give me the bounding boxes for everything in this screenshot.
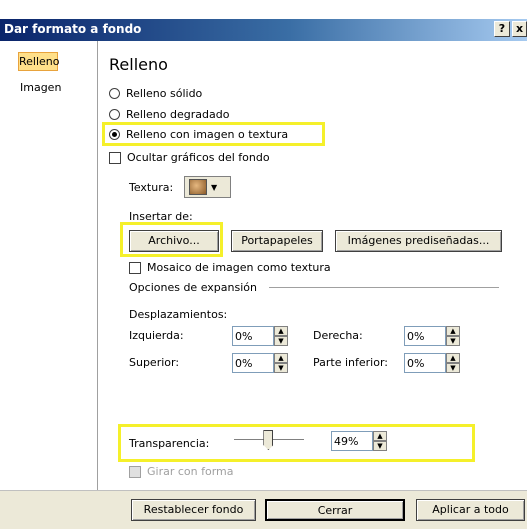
title-bar: Dar formato a fondo ? x — [0, 19, 527, 41]
expansion-label: Opciones de expansión — [129, 281, 257, 294]
stepper-arrows[interactable]: ▲ ▼ — [446, 353, 460, 373]
left-offset-input[interactable] — [232, 326, 274, 346]
stepper-arrows[interactable]: ▲ ▼ — [274, 326, 288, 346]
up-arrow-icon[interactable]: ▲ — [446, 353, 460, 363]
down-arrow-icon[interactable]: ▼ — [274, 336, 288, 346]
radio-dot[interactable] — [109, 129, 120, 140]
down-arrow-icon[interactable]: ▼ — [373, 441, 387, 451]
stepper-arrows[interactable]: ▲ ▼ — [446, 326, 460, 346]
top-offset-stepper[interactable]: ▲▼ — [232, 353, 288, 373]
radio-label: Relleno con imagen o textura — [126, 128, 289, 141]
checkbox-box[interactable] — [129, 465, 141, 478]
reset-background-button[interactable]: Restablecer fondo — [131, 499, 256, 521]
radio-picture-fill[interactable]: Relleno con imagen o textura — [109, 128, 288, 141]
insert-from-label: Insertar de: — [129, 210, 193, 223]
bottom-offset-label: Parte inferior: — [313, 356, 388, 369]
transparency-input[interactable] — [331, 431, 373, 451]
fill-panel: Relleno Relleno sólido Relleno degradado… — [99, 41, 527, 490]
checkbox-label: Girar con forma — [147, 465, 234, 478]
down-arrow-icon[interactable]: ▼ — [446, 336, 460, 346]
apply-all-button[interactable]: Aplicar a todo — [416, 499, 525, 521]
right-offset-label: Derecha: — [313, 329, 363, 342]
clipboard-button[interactable]: Portapapeles — [231, 230, 323, 252]
window-title: Dar formato a fondo — [4, 22, 142, 36]
right-offset-input[interactable] — [404, 326, 446, 346]
transparency-slider[interactable] — [234, 430, 304, 450]
nav-item-relleno[interactable]: Relleno — [18, 52, 60, 71]
stepper-arrows[interactable]: ▲ ▼ — [274, 353, 288, 373]
bottom-offset-input[interactable] — [404, 353, 446, 373]
tile-checkbox[interactable]: Mosaico de imagen como textura — [129, 261, 331, 274]
dialog-body: Relleno Imagen Relleno Relleno sólido Re… — [0, 41, 527, 529]
chevron-down-icon: ▼ — [211, 182, 218, 192]
category-nav: Relleno Imagen — [0, 41, 98, 490]
help-button[interactable]: ? — [494, 21, 510, 37]
transparency-label: Transparencia: — [129, 437, 210, 450]
section-title: Relleno — [109, 55, 168, 74]
slider-thumb[interactable] — [263, 430, 274, 450]
nav-item-imagen[interactable]: Imagen — [20, 81, 61, 94]
offsets-label: Desplazamientos: — [129, 308, 228, 321]
left-offset-stepper[interactable]: ▲▼ — [232, 326, 288, 346]
texture-picker[interactable]: ▼ — [184, 176, 231, 198]
divider — [269, 287, 499, 288]
radio-dot[interactable] — [109, 109, 120, 120]
transparency-stepper[interactable]: ▲▼ — [331, 431, 387, 451]
down-arrow-icon[interactable]: ▼ — [446, 363, 460, 373]
down-arrow-icon[interactable]: ▼ — [274, 363, 288, 373]
top-offset-label: Superior: — [129, 356, 180, 369]
up-arrow-icon[interactable]: ▲ — [274, 326, 288, 336]
radio-dot[interactable] — [109, 88, 120, 99]
radio-solid-fill[interactable]: Relleno sólido — [109, 87, 202, 100]
close-dialog-button[interactable]: Cerrar — [265, 499, 405, 521]
bottom-offset-stepper[interactable]: ▲▼ — [404, 353, 460, 373]
texture-label: Textura: — [129, 181, 174, 194]
rotate-with-shape-checkbox[interactable]: Girar con forma — [129, 465, 234, 478]
checkbox-label: Ocultar gráficos del fondo — [127, 151, 270, 164]
footer-bar: Restablecer fondo Cerrar Aplicar a todo — [0, 490, 527, 529]
radio-label: Relleno degradado — [126, 108, 230, 121]
stepper-arrows[interactable]: ▲ ▼ — [373, 431, 387, 451]
radio-gradient-fill[interactable]: Relleno degradado — [109, 108, 229, 121]
hide-graphics-checkbox[interactable]: Ocultar gráficos del fondo — [109, 151, 270, 164]
file-button[interactable]: Archivo... — [129, 230, 219, 252]
checkbox-label: Mosaico de imagen como textura — [147, 261, 331, 274]
up-arrow-icon[interactable]: ▲ — [373, 431, 387, 441]
texture-swatch — [189, 179, 207, 195]
close-button[interactable]: x — [512, 21, 527, 37]
radio-label: Relleno sólido — [126, 87, 203, 100]
clipart-button[interactable]: Imágenes prediseñadas... — [335, 230, 502, 252]
checkbox-box[interactable] — [129, 261, 141, 274]
up-arrow-icon[interactable]: ▲ — [446, 326, 460, 336]
right-offset-stepper[interactable]: ▲▼ — [404, 326, 460, 346]
up-arrow-icon[interactable]: ▲ — [274, 353, 288, 363]
checkbox-box[interactable] — [109, 151, 121, 164]
left-offset-label: Izquierda: — [129, 329, 184, 342]
top-offset-input[interactable] — [232, 353, 274, 373]
